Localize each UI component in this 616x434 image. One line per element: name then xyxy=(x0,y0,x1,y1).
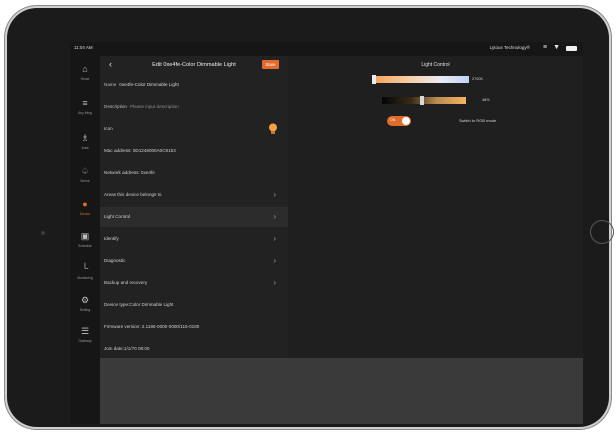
join-date-row: Join date:1/1/70 08:00 xyxy=(100,339,288,359)
battery-icon xyxy=(566,45,577,51)
device-edit-panel: ‹ Edit 0xe4fe-Color Dimmable Light Save … xyxy=(100,56,288,358)
chevron-right-icon: › xyxy=(273,190,276,199)
calendar-icon: ▣ xyxy=(80,231,90,241)
chevron-right-icon: › xyxy=(273,278,276,287)
device-type-row: Device type:Color Dimmable Light xyxy=(100,295,288,315)
tablet-frame: 11:04 AM Lytous Technology® ≡ ▼ ⌂ Home ≡… xyxy=(7,8,614,427)
network-address: Network address: 0xe4fe xyxy=(104,170,155,175)
wifi-icon: ▼ xyxy=(553,44,560,51)
mac-address: Mac address: 0D1248000A0C9153 xyxy=(104,148,176,153)
sidebar-item-home[interactable]: ⌂ Home xyxy=(70,62,100,86)
power-toggle[interactable]: ON xyxy=(387,116,411,126)
sidebar-item-setting[interactable]: ⚙ Setting xyxy=(70,293,100,317)
sidebar: ⌂ Home ≡ Any thing ♗ Area ♤ Scene ● Devi… xyxy=(70,56,100,424)
identify-row[interactable]: Identify › xyxy=(100,229,288,249)
toggle-knob xyxy=(402,117,410,125)
light-control-panel: Light Control 2700K 48% ON Switch to RGB… xyxy=(288,56,583,358)
app-screen: 11:04 AM Lytous Technology® ≡ ▼ ⌂ Home ≡… xyxy=(70,42,583,424)
sidebar-item-label: Setting xyxy=(79,308,91,312)
bulb-icon: ● xyxy=(82,199,88,209)
save-button[interactable]: Save xyxy=(262,60,279,69)
brightness-handle[interactable] xyxy=(420,96,424,105)
lightbulb-icon[interactable] xyxy=(268,123,278,135)
sidebar-item-any-thing[interactable]: ≡ Any thing xyxy=(70,96,100,120)
status-time: 11:04 AM xyxy=(74,45,93,50)
areas-row[interactable]: Areas this device belongs to › xyxy=(100,185,288,205)
diagnostic-row[interactable]: Diagnostic › xyxy=(100,251,288,271)
name-label: Name xyxy=(104,82,117,87)
light-control-label: Light Control xyxy=(104,214,131,219)
light-control-row[interactable]: Light Control › xyxy=(100,207,288,227)
diagnostic-label: Diagnostic xyxy=(104,258,126,263)
page-title: Edit 0xe4fe-Color Dimmable Light xyxy=(152,62,236,68)
status-bar: 11:04 AM Lytous Technology® ≡ ▼ xyxy=(70,42,583,56)
firmware-version: Firmware version: 2.1186-0000-0000/115-0… xyxy=(104,324,200,329)
camera xyxy=(41,231,45,235)
chevron-right-icon: › xyxy=(273,234,276,243)
settings-icon: ⚙ xyxy=(80,295,90,305)
name-row[interactable]: Name 0xe4fe-Color Dimmable Light xyxy=(100,75,288,95)
firmware-row: Firmware version: 2.1186-0000-0000/115-0… xyxy=(100,317,288,337)
join-date: Join date:1/1/70 08:00 xyxy=(104,346,150,351)
panel-header: ‹ Edit 0xe4fe-Color Dimmable Light Save xyxy=(100,56,288,74)
sidebar-item-area[interactable]: ♗ Area xyxy=(70,131,100,155)
gateway-icon: ☰ xyxy=(80,326,90,336)
sidebar-item-label: Gateway xyxy=(78,339,92,343)
sidebar-item-scene[interactable]: ♤ Scene xyxy=(70,164,100,188)
menu-icon: ≡ xyxy=(82,98,88,108)
sidebar-item-gateway[interactable]: ☰ Gateway xyxy=(70,324,100,348)
empty-content-area xyxy=(100,358,583,424)
chart-icon: └ xyxy=(81,263,89,273)
color-temperature-handle[interactable] xyxy=(372,75,376,84)
home-icon: ⌂ xyxy=(82,64,88,74)
light-control-title: Light Control xyxy=(421,62,450,68)
sidebar-item-monitoring[interactable]: └ Monitoring xyxy=(70,261,100,285)
status-icons: ≡ ▼ xyxy=(543,44,577,52)
icon-label: Icon xyxy=(104,126,113,131)
sidebar-item-label: Monitoring xyxy=(77,276,93,280)
network-address-row: Network address: 0xe4fe xyxy=(100,163,288,183)
device-type: Device type:Color Dimmable Light xyxy=(104,302,174,307)
sidebar-item-label: Home xyxy=(80,77,90,81)
chevron-right-icon: › xyxy=(273,256,276,265)
toggle-state-text: ON xyxy=(390,118,396,122)
identify-label: Identify xyxy=(104,236,119,241)
description-placeholder: Please input description xyxy=(129,104,179,109)
name-value: 0xe4fe-Color Dimmable Light xyxy=(119,82,179,87)
sidebar-item-label: Scene xyxy=(80,179,90,183)
description-label: Description xyxy=(104,104,127,109)
sidebar-item-device[interactable]: ● Device xyxy=(70,197,100,221)
network-name: Lytous Technology® xyxy=(489,45,530,50)
sidebar-item-label: Device xyxy=(79,212,91,216)
sidebar-item-label: Schedule xyxy=(78,244,92,248)
chevron-right-icon: › xyxy=(273,212,276,221)
mac-address-row: Mac address: 0D1248000A0C9153 xyxy=(100,141,288,161)
rgb-mode-label: Switch to RGB mode xyxy=(459,118,497,123)
areas-label: Areas this device belongs to xyxy=(104,192,162,197)
backup-label: Backup and recovery xyxy=(104,280,148,285)
sidebar-item-label: Any thing xyxy=(78,111,92,115)
brightness-slider[interactable] xyxy=(382,97,466,104)
color-temperature-slider[interactable] xyxy=(374,76,469,83)
sidebar-item-schedule[interactable]: ▣ Schedule xyxy=(70,229,100,253)
signal-bars-icon: ≡ xyxy=(542,44,548,51)
description-row[interactable]: Description Please input description xyxy=(100,97,288,117)
scene-icon: ♤ xyxy=(80,166,90,176)
sidebar-item-label: Area xyxy=(81,146,89,150)
icon-row[interactable]: Icon xyxy=(100,119,288,139)
backup-row[interactable]: Backup and recovery › xyxy=(100,273,288,293)
area-icon: ♗ xyxy=(80,133,90,143)
color-temperature-value: 2700K xyxy=(472,77,483,81)
brightness-value: 48% xyxy=(482,98,490,102)
home-button[interactable] xyxy=(590,220,614,244)
